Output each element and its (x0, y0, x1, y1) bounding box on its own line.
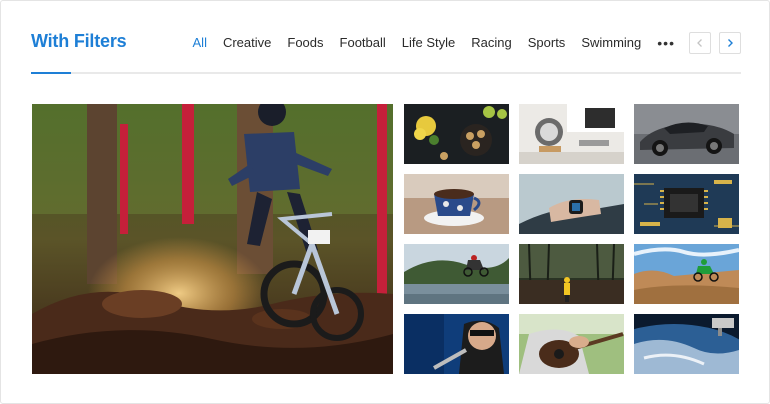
featured-image-mountain-biker[interactable] (32, 104, 393, 374)
gallery-card: With Filters All Creative Foods Football… (0, 0, 770, 404)
thumbnail-motocross[interactable] (634, 244, 739, 304)
filter-foods[interactable]: Foods (287, 29, 323, 57)
thumbnail-speaker-desk[interactable] (519, 104, 624, 164)
thumbnail-circuit-board[interactable] (634, 174, 739, 234)
gallery-header: With Filters All Creative Foods Football… (31, 29, 741, 57)
active-filter-indicator (31, 72, 71, 74)
thumbnail-sports-car[interactable] (634, 104, 739, 164)
thumbnail-food-flatlay[interactable] (404, 104, 509, 164)
thumbnail-dirt-bike-jump[interactable] (404, 244, 509, 304)
filter-bar: All Creative Foods Football Life Style R… (177, 29, 741, 57)
next-button[interactable] (719, 32, 741, 54)
filter-sports[interactable]: Sports (528, 29, 566, 57)
more-filters-icon[interactable]: ••• (657, 29, 675, 57)
thumbnail-smartwatch[interactable] (519, 174, 624, 234)
page-title: With Filters (31, 31, 127, 51)
thumbnail-coffee-cup[interactable] (404, 174, 509, 234)
thumbnail-person-in-forest[interactable] (519, 244, 624, 304)
filter-all[interactable]: All (193, 29, 207, 57)
chevron-left-icon (697, 39, 702, 47)
filter-swimming[interactable]: Swimming (581, 29, 641, 57)
chevron-right-icon (728, 39, 733, 47)
thumbnail-singer-microphone[interactable] (404, 314, 509, 374)
filter-life-style[interactable]: Life Style (402, 29, 455, 57)
thumbnail-earth-from-space[interactable] (634, 314, 739, 374)
prev-button[interactable] (689, 32, 711, 54)
filter-creative[interactable]: Creative (223, 29, 271, 57)
thumbnail-guitar-player[interactable] (519, 314, 624, 374)
header-divider (31, 72, 741, 74)
filter-racing[interactable]: Racing (471, 29, 511, 57)
filter-football[interactable]: Football (340, 29, 386, 57)
